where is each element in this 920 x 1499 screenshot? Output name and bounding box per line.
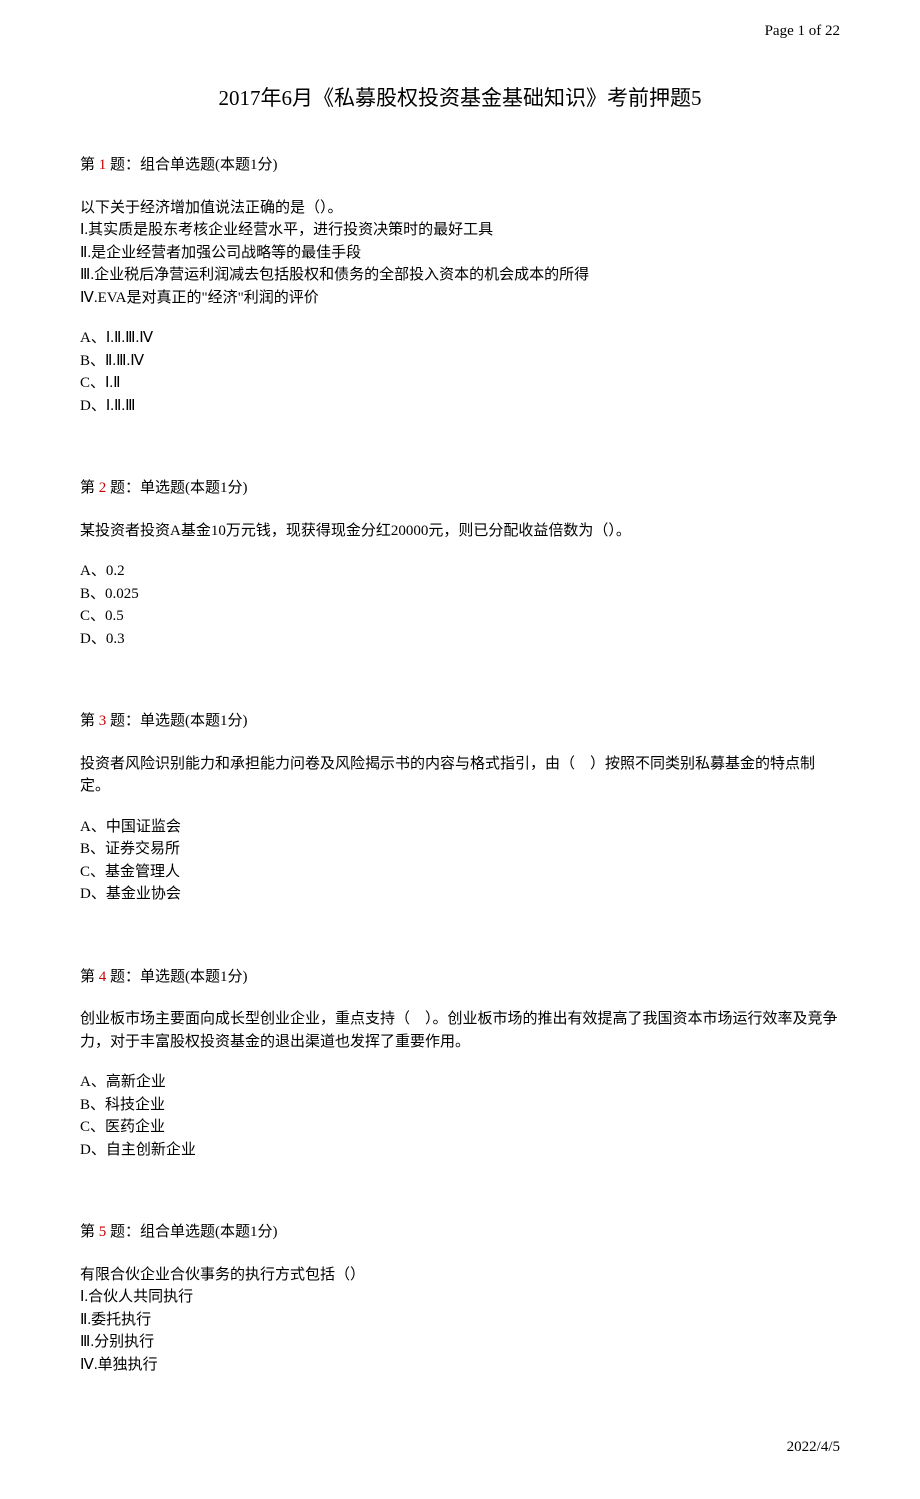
question-line: 创业板市场主要面向成长型创业企业，重点支持（ ）。创业板市场的推出有效提高了我国… xyxy=(80,1008,840,1053)
question-header: 第 5 题：组合单选题(本题1分) xyxy=(80,1221,840,1244)
page-header: Page 1 of 22 xyxy=(80,20,840,43)
question-line: Ⅲ.分别执行 xyxy=(80,1331,840,1354)
question-header: 第 4 题：单选题(本题1分) xyxy=(80,966,840,989)
option-item: B、0.025 xyxy=(80,583,840,606)
question-text: 某投资者投资A基金10万元钱，现获得现金分红20000元，则已分配收益倍数为（）… xyxy=(80,520,840,543)
question-label-prefix: 第 xyxy=(80,1224,99,1240)
question-label-suffix: 题：组合单选题(本题1分) xyxy=(106,157,277,173)
question-label-prefix: 第 xyxy=(80,157,99,173)
question-block: 第 5 题：组合单选题(本题1分) 有限合伙企业合伙事务的执行方式包括（）Ⅰ.合伙… xyxy=(80,1221,840,1376)
question-header: 第 3 题：单选题(本题1分) xyxy=(80,710,840,733)
question-text: 以下关于经济增加值说法正确的是（）。Ⅰ.其实质是股东考核企业经营水平，进行投资决… xyxy=(80,197,840,310)
question-line: Ⅳ.EVA是对真正的"经济"利润的评价 xyxy=(80,287,840,310)
page-footer-date: 2022/4/5 xyxy=(80,1436,840,1459)
option-item: B、Ⅱ.Ⅲ.Ⅳ xyxy=(80,350,840,373)
option-item: A、中国证监会 xyxy=(80,816,840,839)
question-label-prefix: 第 xyxy=(80,713,99,729)
question-line: Ⅱ.委托执行 xyxy=(80,1309,840,1332)
question-line: Ⅲ.企业税后净营运利润减去包括股权和债务的全部投入资本的机会成本的所得 xyxy=(80,264,840,287)
question-line: 有限合伙企业合伙事务的执行方式包括（） xyxy=(80,1264,840,1287)
question-block: 第 2 题：单选题(本题1分) 某投资者投资A基金10万元钱，现获得现金分红200… xyxy=(80,477,840,650)
option-item: B、科技企业 xyxy=(80,1094,840,1117)
question-line: Ⅰ.其实质是股东考核企业经营水平，进行投资决策时的最好工具 xyxy=(80,219,840,242)
question-line: 以下关于经济增加值说法正确的是（）。 xyxy=(80,197,840,220)
question-line: 投资者风险识别能力和承担能力问卷及风险揭示书的内容与格式指引，由（ ）按照不同类… xyxy=(80,753,840,798)
question-label-prefix: 第 xyxy=(80,480,99,496)
question-label-suffix: 题：单选题(本题1分) xyxy=(106,713,247,729)
option-item: A、高新企业 xyxy=(80,1071,840,1094)
question-header: 第 1 题：组合单选题(本题1分) xyxy=(80,154,840,177)
options-list: A、中国证监会B、证券交易所C、基金管理人D、基金业协会 xyxy=(80,816,840,906)
options-list: A、Ⅰ.Ⅱ.Ⅲ.ⅣB、Ⅱ.Ⅲ.ⅣC、Ⅰ.ⅡD、Ⅰ.Ⅱ.Ⅲ xyxy=(80,327,840,417)
options-list: A、高新企业B、科技企业C、医药企业D、自主创新企业 xyxy=(80,1071,840,1161)
question-label-suffix: 题：单选题(本题1分) xyxy=(106,969,247,985)
option-item: D、基金业协会 xyxy=(80,883,840,906)
question-block: 第 3 题：单选题(本题1分) 投资者风险识别能力和承担能力问卷及风险揭示书的内容… xyxy=(80,710,840,906)
question-text: 有限合伙企业合伙事务的执行方式包括（）Ⅰ.合伙人共同执行Ⅱ.委托执行Ⅲ.分别执行… xyxy=(80,1264,840,1377)
option-item: C、基金管理人 xyxy=(80,861,840,884)
question-text: 投资者风险识别能力和承担能力问卷及风险揭示书的内容与格式指引，由（ ）按照不同类… xyxy=(80,753,840,798)
question-text: 创业板市场主要面向成长型创业企业，重点支持（ ）。创业板市场的推出有效提高了我国… xyxy=(80,1008,840,1053)
question-line: Ⅱ.是企业经营者加强公司战略等的最佳手段 xyxy=(80,242,840,265)
question-label-suffix: 题：组合单选题(本题1分) xyxy=(106,1224,277,1240)
document-title: 2017年6月《私募股权投资基金基础知识》考前押题5 xyxy=(80,83,840,115)
option-item: C、Ⅰ.Ⅱ xyxy=(80,372,840,395)
question-label-prefix: 第 xyxy=(80,969,99,985)
question-line: 某投资者投资A基金10万元钱，现获得现金分红20000元，则已分配收益倍数为（）… xyxy=(80,520,840,543)
question-label-suffix: 题：单选题(本题1分) xyxy=(106,480,247,496)
option-item: D、自主创新企业 xyxy=(80,1139,840,1162)
option-item: A、Ⅰ.Ⅱ.Ⅲ.Ⅳ xyxy=(80,327,840,350)
option-item: D、Ⅰ.Ⅱ.Ⅲ xyxy=(80,395,840,418)
question-block: 第 1 题：组合单选题(本题1分) 以下关于经济增加值说法正确的是（）。Ⅰ.其实质… xyxy=(80,154,840,417)
option-item: D、0.3 xyxy=(80,628,840,651)
question-line: Ⅰ.合伙人共同执行 xyxy=(80,1286,840,1309)
question-block: 第 4 题：单选题(本题1分) 创业板市场主要面向成长型创业企业，重点支持（ ）。… xyxy=(80,966,840,1162)
question-header: 第 2 题：单选题(本题1分) xyxy=(80,477,840,500)
option-item: A、0.2 xyxy=(80,560,840,583)
option-item: C、医药企业 xyxy=(80,1116,840,1139)
option-item: B、证券交易所 xyxy=(80,838,840,861)
option-item: C、0.5 xyxy=(80,605,840,628)
options-list: A、0.2B、0.025C、0.5D、0.3 xyxy=(80,560,840,650)
question-line: Ⅳ.单独执行 xyxy=(80,1354,840,1377)
